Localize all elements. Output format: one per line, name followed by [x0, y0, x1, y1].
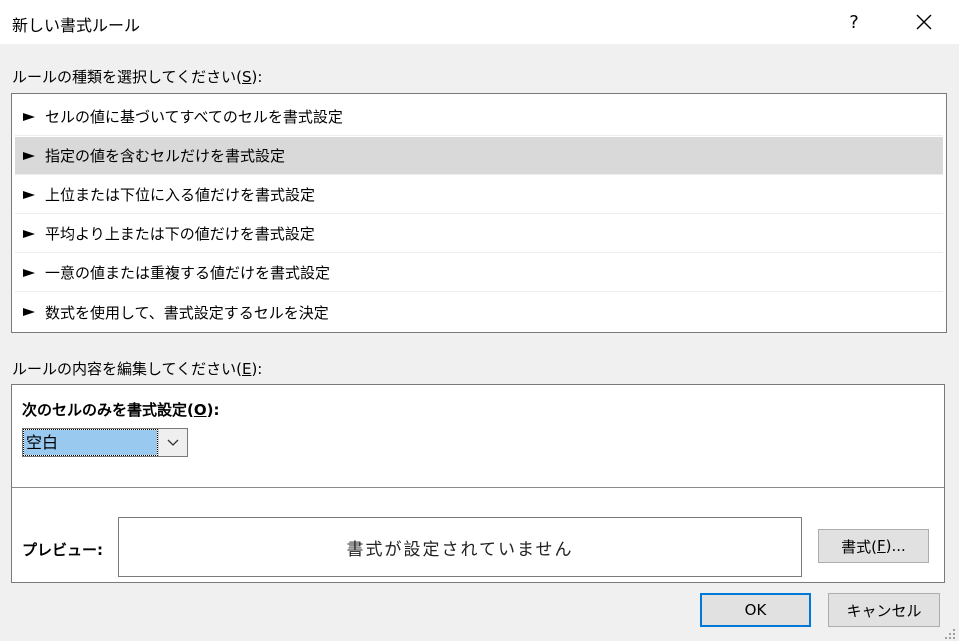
rule-type-item-top-bottom[interactable]: 上位または下位に入る値だけを書式設定 — [15, 176, 943, 214]
title-bar: 新しい書式ルール ? — [0, 0, 959, 44]
triangle-icon — [23, 229, 35, 238]
format-button[interactable]: 書式(F)... — [818, 529, 929, 563]
triangle-icon — [23, 268, 35, 277]
rule-type-list[interactable]: セルの値に基づいてすべてのセルを書式設定 指定の値を含むセルだけを書式設定 上位… — [11, 93, 947, 333]
rule-type-item-formula[interactable]: 数式を使用して、書式設定するセルを決定 — [15, 293, 943, 331]
preview-box: 書式が設定されていません — [118, 517, 802, 577]
condition-dropdown[interactable]: 空白 — [22, 428, 188, 457]
triangle-icon — [23, 151, 35, 160]
dropdown-arrow-button[interactable] — [158, 429, 187, 456]
help-button[interactable]: ? — [836, 4, 872, 40]
rule-description-panel: 次のセルのみを書式設定(O): 空白 プレビュー: 書式が設定されていません 書… — [11, 384, 945, 583]
resize-grip-icon[interactable] — [944, 628, 956, 640]
chevron-down-icon — [167, 439, 179, 446]
cancel-button[interactable]: キャンセル — [828, 593, 940, 627]
condition-value: 空白 — [23, 429, 158, 456]
triangle-icon — [23, 112, 35, 121]
rule-type-item-contains[interactable]: 指定の値を含むセルだけを書式設定 — [15, 137, 943, 175]
rule-type-item-above-below-average[interactable]: 平均より上または下の値だけを書式設定 — [15, 215, 943, 253]
format-only-cells-label: 次のセルのみを書式設定(O): — [22, 401, 220, 419]
rule-type-item-cell-value[interactable]: セルの値に基づいてすべてのセルを書式設定 — [15, 98, 943, 136]
rule-type-item-unique-duplicate[interactable]: 一意の値または重複する値だけを書式設定 — [15, 254, 943, 292]
edit-rule-label: ルールの内容を編集してください(E): — [12, 360, 263, 378]
preview-label: プレビュー: — [22, 541, 103, 559]
triangle-icon — [23, 308, 35, 316]
close-icon — [916, 14, 932, 30]
dialog-title: 新しい書式ルール — [12, 16, 141, 35]
rule-type-label: ルールの種類を選択してください(S): — [12, 68, 263, 86]
ok-button[interactable]: OK — [700, 593, 811, 627]
close-button[interactable] — [904, 4, 944, 40]
divider — [12, 487, 944, 488]
triangle-icon — [23, 190, 35, 199]
